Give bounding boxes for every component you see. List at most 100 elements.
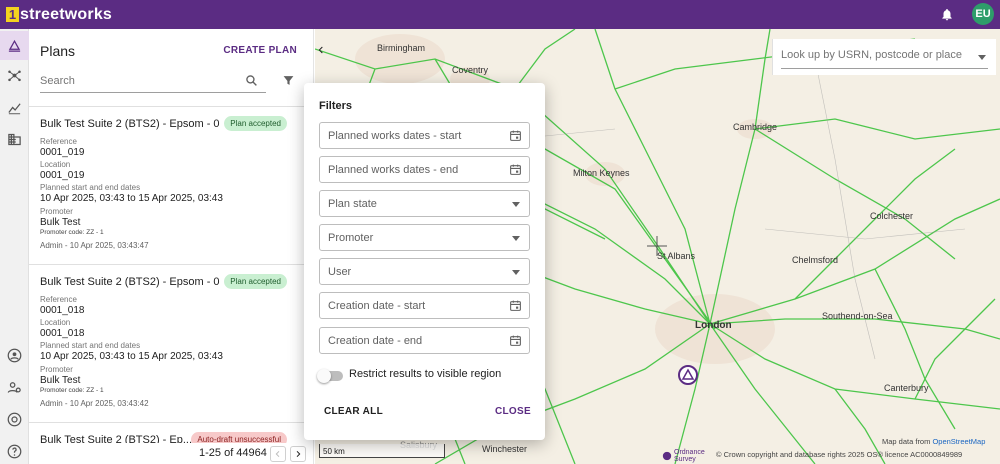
nav-rail [0,29,29,464]
promoter-value: Bulk Test [40,375,81,386]
location-label: Location [40,160,71,169]
lookup-dropdown-icon[interactable] [978,55,986,60]
status-badge: Plan accepted [224,116,287,131]
map-scale: 50 km [319,444,445,458]
plans-panel: Plans CREATE PLAN Bulk Test Suite 2 (BTS… [29,29,314,464]
place-label: Coventry [452,65,489,75]
user-avatar[interactable]: EU [972,3,994,25]
place-label: Cambridge [733,122,778,132]
calendar-icon[interactable] [509,334,522,352]
plan-card-meta: Admin - 10 Apr 2025, 03:43:42 [40,399,149,408]
location-label: Location [40,318,71,327]
support-icon[interactable] [0,405,29,434]
creation-start-field[interactable]: Creation date - start [319,292,530,319]
calendar-icon[interactable] [509,299,522,317]
dates-label: Planned start and end dates [40,341,141,350]
field-label: Creation date - end [328,335,423,347]
clear-all-button[interactable]: CLEAR ALL [324,406,383,417]
reference-label: Reference [40,137,77,146]
dates-value: 10 Apr 2025, 03:43 to 15 Apr 2025, 03:43 [40,193,223,204]
field-label: Planned works dates - end [328,164,459,176]
restrict-region-label: Restrict results to visible region [349,368,502,380]
map-data-text: Map data from [882,437,931,446]
osm-link[interactable]: OpenStreetMap [932,437,985,446]
place-label: Milton Keynes [573,168,630,178]
plan-card-meta: Admin - 10 Apr 2025, 03:43:47 [40,241,149,250]
planned-start-field[interactable]: Planned works dates - start [319,122,530,149]
lookup-input[interactable] [781,49,971,61]
status-badge: Plan accepted [224,274,287,289]
promoter-label: Promoter [40,207,73,216]
filters-title: Filters [319,100,353,112]
dropdown-arrow-icon [512,270,520,275]
reference-value: 0001_018 [40,305,85,316]
map-attribution: © Crown copyright and database rights 20… [716,450,963,459]
promoter-label: Promoter [40,365,73,374]
place-label: Birmingham [377,43,426,53]
plan-state-select[interactable]: Plan state [319,190,530,217]
map-data-credit: Map data from OpenStreetMap [882,437,985,446]
reference-value: 0001_019 [40,147,85,158]
planned-end-field[interactable]: Planned works dates - end [319,156,530,183]
place-label: Chelmsford [792,255,839,265]
collapse-panel-button[interactable] [315,35,327,65]
calendar-icon[interactable] [509,129,522,147]
field-label: Plan state [328,198,377,210]
app-logo[interactable]: 1 streetworks [6,6,112,24]
search-input[interactable] [40,71,230,91]
pagination-range: 1-25 of 44964 [199,447,267,459]
notifications-bell-icon[interactable] [936,3,958,25]
account-icon[interactable] [0,341,29,370]
restrict-region-toggle[interactable] [317,369,343,383]
place-label: Southend-on-Sea [822,311,893,321]
plans-title: Plans [40,43,76,59]
dropdown-arrow-icon [512,236,520,241]
creation-end-field[interactable]: Creation date - end [319,327,530,354]
plan-card-title: Bulk Test Suite 2 (BTS2) - Epsom - 0... [40,118,220,130]
create-plan-button[interactable]: CREATE PLAN [223,45,297,56]
promoter-value: Bulk Test [40,217,81,228]
search-icon[interactable] [245,74,258,92]
ordnance-survey-logo: Ordnance Survey [662,449,714,463]
logo-text: streetworks [20,5,113,23]
reference-label: Reference [40,295,77,304]
next-page-button[interactable] [290,446,306,462]
place-label: Colchester [870,211,914,221]
user-select[interactable]: User [319,258,530,285]
analytics-icon[interactable] [0,93,29,122]
promoter-code: Promoter code: ZZ - 1 [40,387,104,394]
logo-mark: 1 [6,7,19,22]
admin-users-icon[interactable] [0,373,29,402]
close-button[interactable]: CLOSE [495,406,531,417]
place-label: St Albans [657,251,696,261]
promoter-select[interactable]: Promoter [319,224,530,251]
field-label: User [328,266,352,278]
location-value: 0001_019 [40,170,85,181]
dates-value: 10 Apr 2025, 03:43 to 15 Apr 2025, 03:43 [40,351,223,362]
field-label: Promoter [328,232,374,244]
plans-icon[interactable] [0,31,29,60]
pagination: 1-25 of 44964 [29,443,313,464]
dates-label: Planned start and end dates [40,183,141,192]
plan-card-title: Bulk Test Suite 2 (BTS2) - Epsom - 0... [40,276,220,288]
location-value: 0001_018 [40,328,85,339]
os-label: Ordnance Survey [674,449,705,463]
plan-card[interactable]: Bulk Test Suite 2 (BTS2) - Epsom - 0... … [29,106,313,263]
help-icon[interactable] [0,437,29,464]
field-label: Planned works dates - start [328,130,462,142]
place-label: Winchester [482,444,528,454]
app-header: 1 streetworks EU [0,0,1000,29]
map-lookup [772,39,996,75]
calendar-icon[interactable] [509,163,522,181]
place-label: Canterbury [884,383,929,393]
organisation-icon[interactable] [0,125,29,154]
prev-page-button[interactable] [270,446,286,462]
plan-card[interactable]: Bulk Test Suite 2 (BTS2) - Epsom - 0... … [29,264,313,421]
search-box [40,71,266,93]
dropdown-arrow-icon [512,202,520,207]
field-label: Creation date - start [328,300,426,312]
place-label: London [695,320,732,331]
network-icon[interactable] [0,61,29,90]
filter-icon[interactable] [282,74,295,92]
promoter-code: Promoter code: ZZ - 1 [40,229,104,236]
